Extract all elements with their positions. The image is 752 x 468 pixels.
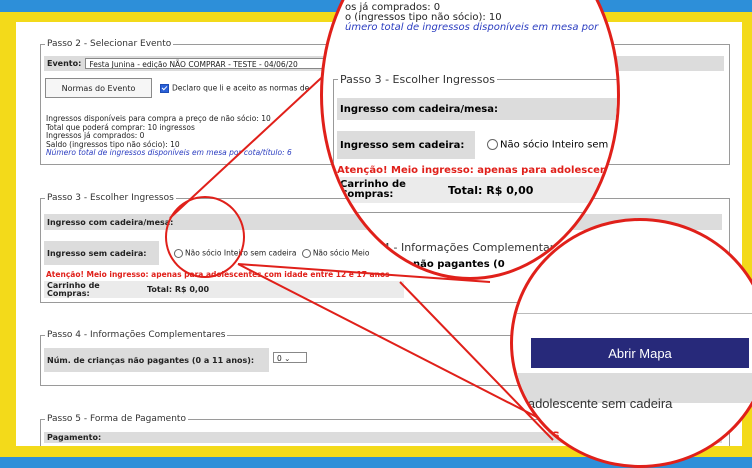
zoom-below-text: não pagantes (0 xyxy=(413,259,505,270)
zoom-right-text: o adolescente sem cadeira xyxy=(517,396,673,411)
zoom-divider xyxy=(513,313,752,314)
magnifier-right: Abrir Mapa o adolescente sem cadeira os xyxy=(510,218,752,468)
zoom-step3-legend: Passo 3 - Escolher Ingressos xyxy=(340,73,495,86)
zoom-warning: Atenção! Meio ingresso: apenas para adol… xyxy=(337,165,620,176)
zoom-without-chair-cell: Ingresso sem cadeira: xyxy=(337,131,475,159)
zoom-cart-row: Carrinho de Compras: Total: R$ 0,00 xyxy=(337,177,617,203)
zoom-cart-label: Carrinho de Compras: xyxy=(340,179,406,200)
zoom-radio[interactable] xyxy=(487,139,498,150)
open-map-button[interactable]: Abrir Mapa xyxy=(531,338,749,368)
zoom-option-label: Não sócio Inteiro sem ca xyxy=(500,139,620,151)
zoom-total: Total: R$ 0,00 xyxy=(448,183,534,197)
zoom-without-chair-label: Ingresso sem cadeira: xyxy=(340,139,465,151)
zoom-with-chair-label: Ingresso com cadeira/mesa: xyxy=(340,103,498,115)
zoom-line-3: úmero total de ingressos disponíveis em … xyxy=(345,22,599,33)
zoom-option: Não sócio Inteiro sem ca xyxy=(487,139,620,151)
zoom-with-chair-row: Ingresso com cadeira/mesa: xyxy=(337,98,617,120)
zoom-right-red: os xyxy=(543,428,560,443)
